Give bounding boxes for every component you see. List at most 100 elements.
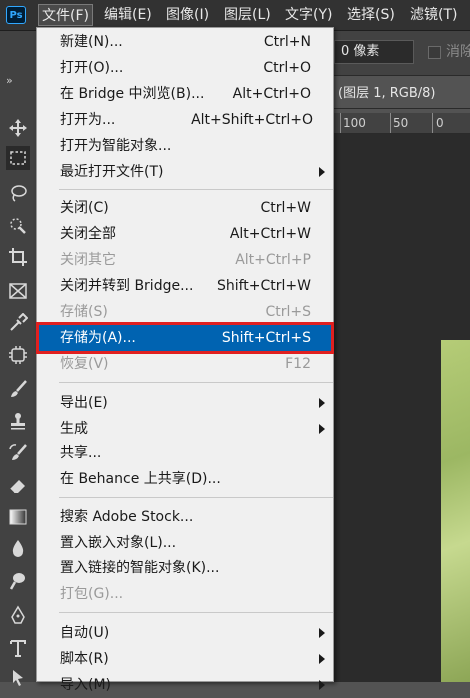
eyedropper-icon[interactable] <box>6 311 30 335</box>
menu-item-shortcut: Alt+Ctrl+P <box>235 252 311 268</box>
pen-icon[interactable] <box>6 603 30 627</box>
menu-item-place-linked[interactable]: 置入链接的智能对象(K)... <box>39 555 331 581</box>
menu-item-revert: 恢复(V) F12 <box>39 351 331 377</box>
menu-item-search-adobe-stock[interactable]: 搜索 Adobe Stock... <box>39 504 331 530</box>
menu-item-label: 打开(O)... <box>60 60 124 76</box>
menu-item-save-as[interactable]: 存储为(A)... Shift+Ctrl+S <box>36 322 334 354</box>
menu-item-export[interactable]: 导出(E) <box>39 390 331 416</box>
antialias-label: 消除 <box>446 44 470 60</box>
menu-item-browse-bridge[interactable]: 在 Bridge 中浏览(B)... Alt+Ctrl+O <box>39 81 331 107</box>
menu-image[interactable]: 图像(I) <box>163 4 212 26</box>
lasso-icon[interactable] <box>6 181 30 205</box>
menu-separator <box>59 612 333 613</box>
menu-item-label: 关闭并转到 Bridge... <box>60 278 194 294</box>
submenu-arrow-icon <box>319 424 325 434</box>
menu-item-import[interactable]: 导入(M) <box>39 672 331 698</box>
menu-item-shortcut: F12 <box>285 356 311 372</box>
menu-item-label: 关闭全部 <box>60 226 116 242</box>
menu-item-close-all[interactable]: 关闭全部 Alt+Ctrl+W <box>39 221 331 247</box>
menu-item-open-recent[interactable]: 最近打开文件(T) <box>39 159 331 185</box>
history-brush-icon[interactable] <box>6 441 30 465</box>
menu-item-label: 搜索 Adobe Stock... <box>60 509 194 525</box>
menu-item-label: 存储为(A)... <box>60 330 136 346</box>
menu-item-place-embedded[interactable]: 置入嵌入对象(L)... <box>39 530 331 556</box>
menu-item-shortcut: Ctrl+N <box>263 34 311 50</box>
submenu-arrow-icon <box>319 654 325 664</box>
menu-item-shortcut: Ctrl+W <box>260 200 311 216</box>
menu-item-label: 在 Bridge 中浏览(B)... <box>60 86 205 102</box>
menu-item-share[interactable]: 共享... <box>39 440 331 466</box>
menu-item-close[interactable]: 关闭(C) Ctrl+W <box>39 195 331 221</box>
menu-item-label: 恢复(V) <box>60 356 109 372</box>
menu-item-open-smart-object[interactable]: 打开为智能对象... <box>39 133 331 159</box>
menu-item-shortcut: Shift+Ctrl+W <box>216 278 311 294</box>
blur-icon[interactable] <box>6 537 30 561</box>
menu-item-label: 存储(S) <box>60 304 108 320</box>
quick-select-icon[interactable] <box>6 213 30 237</box>
menu-item-shortcut: Alt+Shift+Ctrl+O <box>191 112 313 128</box>
submenu-arrow-icon <box>319 628 325 638</box>
menu-separator <box>59 189 333 190</box>
menu-item-label: 置入链接的智能对象(K)... <box>60 560 220 576</box>
menu-type[interactable]: 文字(Y) <box>282 4 335 26</box>
type-icon[interactable] <box>6 636 30 660</box>
horizontal-ruler: 100 50 0 <box>334 113 470 134</box>
move-icon[interactable] <box>6 116 30 140</box>
menu-file[interactable]: 文件(F) <box>38 4 93 26</box>
menu-item-label: 生成 <box>60 421 88 437</box>
file-menu-dropdown: 新建(N)... Ctrl+N 打开(O)... Ctrl+O 在 Bridge… <box>36 27 334 693</box>
frame-icon[interactable] <box>6 279 30 303</box>
menu-item-share-behance[interactable]: 在 Behance 上共享(D)... <box>39 466 331 492</box>
menu-item-label: 脚本(R) <box>60 651 109 667</box>
gradient-icon[interactable] <box>6 505 30 529</box>
menu-item-shortcut: Alt+Ctrl+W <box>229 226 311 242</box>
menu-item-label: 关闭(C) <box>60 200 109 216</box>
menu-item-shortcut: Ctrl+O <box>263 60 311 76</box>
menu-item-open[interactable]: 打开(O)... Ctrl+O <box>39 55 331 81</box>
menu-item-label: 新建(N)... <box>60 34 123 50</box>
ruler-mark: 100 <box>343 116 366 130</box>
menu-layer[interactable]: 图层(L) <box>221 4 274 26</box>
menu-item-scripts[interactable]: 脚本(R) <box>39 646 331 672</box>
ruler-mark: 50 <box>393 116 409 130</box>
menu-item-shortcut: Alt+Ctrl+O <box>232 86 311 102</box>
menu-item-label: 打开为智能对象... <box>60 138 172 154</box>
menu-item-label: 导出(E) <box>60 395 108 411</box>
menu-item-label: 导入(M) <box>60 677 112 693</box>
menu-separator <box>59 382 333 383</box>
submenu-arrow-icon <box>319 398 325 408</box>
menu-separator <box>59 497 333 498</box>
menu-item-new[interactable]: 新建(N)... Ctrl+N <box>39 29 331 55</box>
menu-item-label: 打开为... <box>60 112 116 128</box>
menu-item-label: 打包(G)... <box>60 586 124 602</box>
feather-input[interactable]: 0 像素 <box>334 40 414 64</box>
menu-item-label: 自动(U) <box>60 625 110 641</box>
path-select-icon[interactable] <box>6 666 30 690</box>
menu-item-label: 置入嵌入对象(L)... <box>60 535 177 551</box>
antialias-checkbox[interactable] <box>428 46 441 59</box>
menu-item-label: 关闭其它 <box>60 252 116 268</box>
brush-icon[interactable] <box>6 377 30 401</box>
healing-icon[interactable] <box>6 343 30 367</box>
menu-item-shortcut: Ctrl+S <box>265 304 311 320</box>
menu-select[interactable]: 选择(S) <box>344 4 398 26</box>
collapse-panel-icon[interactable]: » <box>6 74 13 87</box>
menu-item-open-as[interactable]: 打开为... Alt+Shift+Ctrl+O <box>39 107 331 133</box>
document-image[interactable] <box>441 340 470 682</box>
menu-item-generate[interactable]: 生成 <box>39 416 331 442</box>
document-tab[interactable]: (图层 1, RGB/8) <box>334 79 470 109</box>
crop-icon[interactable] <box>6 245 30 269</box>
dodge-icon[interactable] <box>6 569 30 593</box>
menu-edit[interactable]: 编辑(E) <box>101 4 155 26</box>
ruler-mark: 0 <box>436 116 444 130</box>
menu-item-automate[interactable]: 自动(U) <box>39 620 331 646</box>
menu-item-close-go-bridge[interactable]: 关闭并转到 Bridge... Shift+Ctrl+W <box>39 273 331 299</box>
eraser-icon[interactable] <box>6 473 30 497</box>
stamp-icon[interactable] <box>6 409 30 433</box>
menu-item-close-others: 关闭其它 Alt+Ctrl+P <box>39 247 331 273</box>
menu-item-save: 存储(S) Ctrl+S <box>39 299 331 325</box>
submenu-arrow-icon <box>319 167 325 177</box>
menu-filter[interactable]: 滤镜(T) <box>407 4 460 26</box>
menu-item-label: 共享... <box>60 445 102 461</box>
marquee-icon[interactable] <box>6 146 30 170</box>
